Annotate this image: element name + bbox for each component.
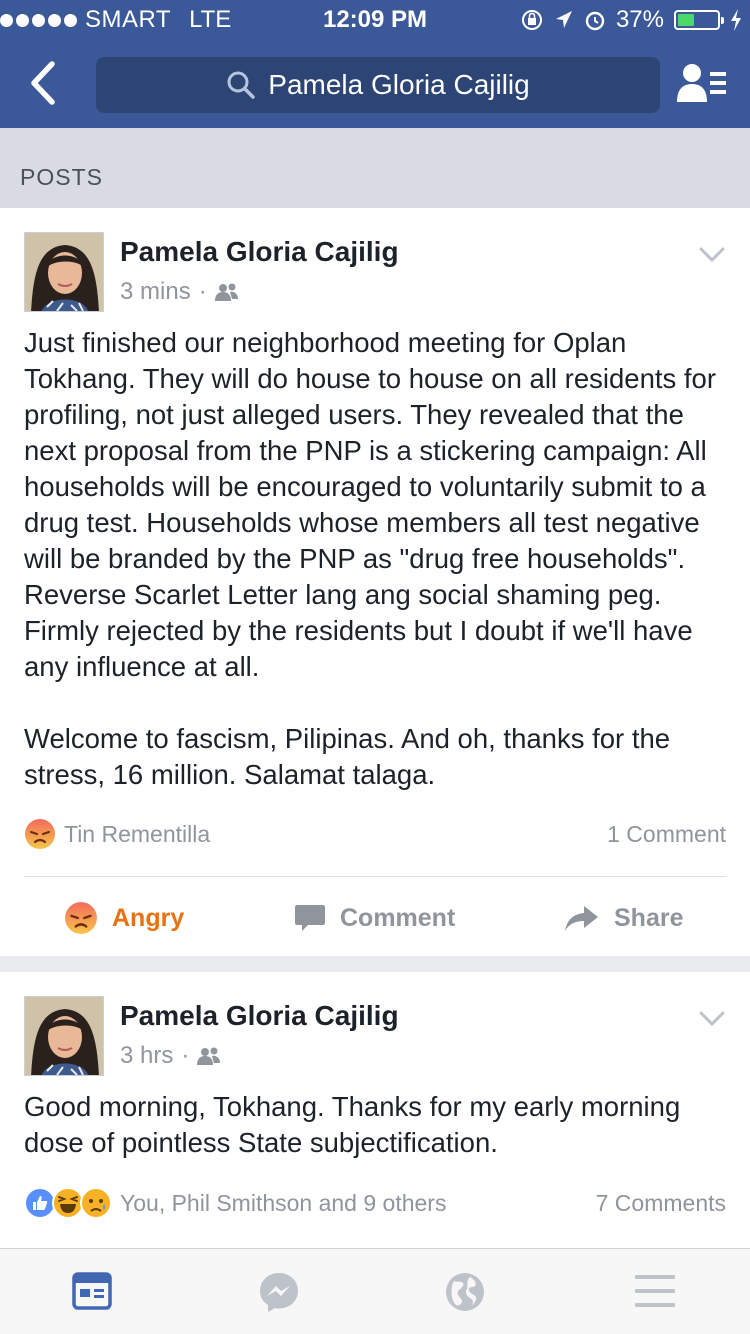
reactor-names: You, Phil Smithson and 9 others — [120, 1189, 447, 1216]
share-icon — [565, 906, 598, 931]
share-button[interactable]: Share — [564, 888, 683, 948]
comment-button[interactable]: Comment — [294, 888, 455, 948]
post-text: Just finished our neighborhood meeting f… — [24, 327, 716, 790]
messenger-icon — [260, 1273, 298, 1312]
post-time[interactable]: 3 mins — [120, 278, 191, 306]
post-card: Pamela Gloria Cajilig 3 mins · Just fini… — [0, 208, 750, 956]
friends-list-button[interactable] — [676, 62, 728, 106]
meta-separator: · — [181, 1042, 190, 1069]
alarm-icon — [585, 11, 605, 31]
avatar-photo — [25, 997, 103, 1075]
share-label: Share — [614, 903, 684, 932]
post-actions: Angry Comment Share — [0, 888, 750, 948]
reactions-summary[interactable]: Tin Rementilla 1 Comment — [24, 814, 726, 854]
divider — [24, 876, 726, 877]
sad-reaction-icon — [80, 1187, 112, 1219]
battery-percent: 37% — [615, 6, 664, 33]
status-bar: SMART LTE 12:09 PM 37% — [0, 0, 750, 40]
chevron-down-icon[interactable] — [698, 1010, 726, 1028]
post-meta: 3 mins · — [120, 278, 239, 306]
reactions-summary[interactable]: You, Phil Smithson and 9 others 7 Commen… — [24, 1183, 726, 1223]
avatar[interactable] — [24, 996, 104, 1076]
avatar-photo — [25, 233, 103, 311]
globe-icon — [446, 1273, 484, 1311]
news-feed-icon — [72, 1272, 112, 1310]
section-header: POSTS — [0, 128, 750, 208]
friend-list-icon — [677, 64, 726, 102]
tab-notifications[interactable] — [444, 1271, 488, 1315]
menu-icon — [635, 1275, 675, 1307]
location-arrow-icon — [555, 11, 572, 28]
comments-count[interactable]: 1 Comment — [607, 821, 726, 848]
meta-separator: · — [198, 278, 207, 305]
search-query: Pamela Gloria Cajilig — [268, 69, 530, 100]
top-bar: SMART LTE 12:09 PM 37% Pamela Gloria Caj… — [0, 0, 750, 128]
post-time[interactable]: 3 hrs — [120, 1042, 173, 1070]
post-author[interactable]: Pamela Gloria Cajilig — [120, 236, 399, 268]
rotation-lock-icon — [521, 10, 542, 30]
friends-icon — [197, 1047, 221, 1065]
chevron-left-icon — [31, 61, 55, 105]
angry-button[interactable]: Angry — [64, 888, 184, 948]
angry-face-icon — [65, 902, 97, 934]
back-button[interactable] — [26, 60, 66, 110]
comment-label: Comment — [340, 903, 456, 932]
search-bar[interactable]: Pamela Gloria Cajilig — [96, 57, 660, 113]
avatar[interactable] — [24, 232, 104, 312]
post-meta: 3 hrs · — [120, 1042, 221, 1070]
comments-count[interactable]: 7 Comments — [596, 1190, 726, 1217]
tab-bar — [0, 1248, 750, 1334]
chevron-down-icon[interactable] — [698, 246, 726, 264]
search-icon — [227, 71, 256, 99]
comment-icon — [295, 905, 325, 931]
tab-messenger[interactable] — [258, 1271, 302, 1315]
post-card: Pamela Gloria Cajilig 3 hrs · Good morni… — [0, 972, 750, 1248]
charging-bolt-icon — [731, 9, 741, 31]
friends-icon — [214, 283, 238, 301]
tab-more[interactable] — [634, 1271, 678, 1315]
angry-reaction-icon — [25, 819, 55, 849]
tab-news-feed[interactable] — [72, 1271, 116, 1315]
angry-label: Angry — [112, 903, 185, 932]
reactor-name: Tin Rementilla — [64, 820, 211, 847]
post-author[interactable]: Pamela Gloria Cajilig — [120, 1000, 399, 1032]
battery-icon — [674, 10, 724, 30]
post-text: Good morning, Tokhang. Thanks for my ear… — [24, 1091, 688, 1158]
section-title: POSTS — [20, 164, 103, 190]
